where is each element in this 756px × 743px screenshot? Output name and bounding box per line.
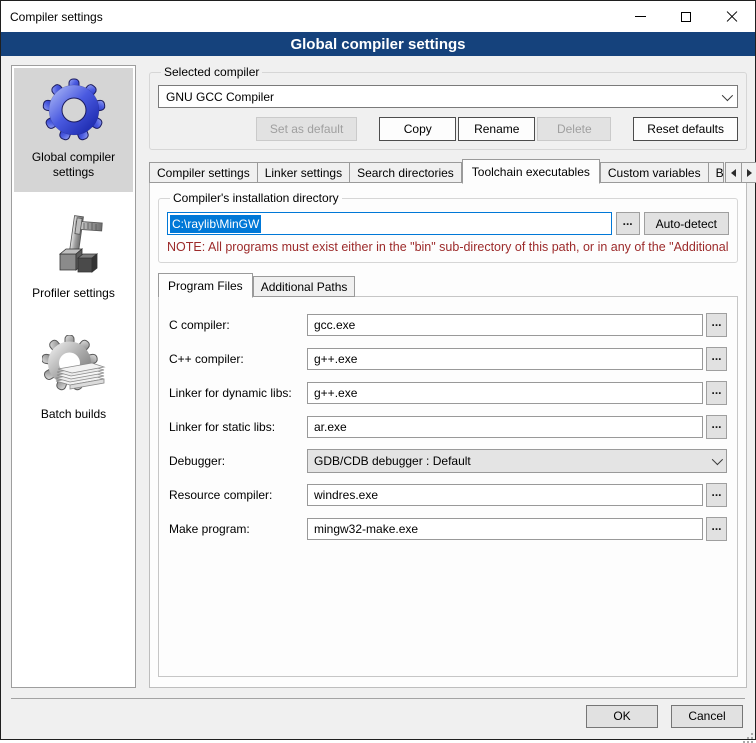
tab-toolchain-executables[interactable]: Toolchain executables bbox=[462, 159, 600, 184]
tab-program-files[interactable]: Program Files bbox=[158, 273, 253, 298]
tab-compiler-settings[interactable]: Compiler settings bbox=[149, 162, 258, 183]
tab-additional-paths[interactable]: Additional Paths bbox=[253, 276, 356, 297]
debugger-row: Debugger: GDB/CDB debugger : Default bbox=[169, 449, 727, 473]
chevron-down-icon bbox=[712, 454, 723, 465]
static-linker-label: Linker for static libs: bbox=[169, 420, 307, 434]
make-program-row: Make program: mingw32-make.exe ... bbox=[169, 517, 727, 541]
sidebar-item-profiler-settings[interactable]: Profiler settings bbox=[14, 204, 133, 313]
static-linker-browse-button[interactable]: ... bbox=[706, 415, 727, 439]
resource-compiler-label: Resource compiler: bbox=[169, 488, 307, 502]
make-program-browse-button[interactable]: ... bbox=[706, 517, 727, 541]
install-dir-legend: Compiler's installation directory bbox=[170, 191, 342, 205]
static-linker-input[interactable]: ar.exe bbox=[307, 416, 703, 438]
tab-scroll-left-button[interactable] bbox=[725, 162, 742, 183]
dynamic-linker-browse-button[interactable]: ... bbox=[706, 381, 727, 405]
c-compiler-browse-button[interactable]: ... bbox=[706, 313, 727, 337]
debugger-select[interactable]: GDB/CDB debugger : Default bbox=[307, 449, 727, 473]
cancel-button[interactable]: Cancel bbox=[671, 705, 743, 728]
resource-compiler-row: Resource compiler: windres.exe ... bbox=[169, 483, 727, 507]
program-files-tabstrip: Program Files Additional Paths bbox=[158, 273, 738, 297]
auto-detect-button[interactable]: Auto-detect bbox=[644, 212, 729, 235]
make-program-input[interactable]: mingw32-make.exe bbox=[307, 518, 703, 540]
dynamic-linker-value: g++.exe bbox=[314, 386, 357, 400]
install-dir-browse-button[interactable]: ... bbox=[616, 212, 640, 235]
compiler-settings-dialog: Compiler settings Global compiler settin… bbox=[0, 0, 756, 740]
dynamic-linker-input[interactable]: g++.exe bbox=[307, 382, 703, 404]
set-as-default-button[interactable]: Set as default bbox=[256, 117, 357, 141]
c-compiler-value: gcc.exe bbox=[314, 318, 355, 332]
install-dir-input[interactable]: C:\raylib\MinGW bbox=[167, 212, 612, 235]
toolchain-executables-page: Compiler's installation directory C:\ray… bbox=[149, 182, 747, 688]
program-files-panel: C compiler: gcc.exe ... C++ compiler: g+… bbox=[158, 296, 738, 677]
cpp-compiler-row: C++ compiler: g++.exe ... bbox=[169, 347, 727, 371]
tab-custom-variables[interactable]: Custom variables bbox=[600, 162, 709, 183]
settings-category-list: Global compiler settings bbox=[11, 65, 136, 688]
c-compiler-row: C compiler: gcc.exe ... bbox=[169, 313, 727, 337]
chevron-down-icon bbox=[722, 89, 733, 100]
rename-button[interactable]: Rename bbox=[458, 117, 535, 141]
make-program-label: Make program: bbox=[169, 522, 307, 536]
titlebar: Compiler settings bbox=[1, 1, 755, 32]
window-title: Compiler settings bbox=[1, 1, 617, 32]
copy-button[interactable]: Copy bbox=[379, 117, 456, 141]
minimize-icon bbox=[635, 16, 646, 17]
cpp-compiler-value: g++.exe bbox=[314, 352, 357, 366]
cpp-compiler-browse-button[interactable]: ... bbox=[706, 347, 727, 371]
cpp-compiler-input[interactable]: g++.exe bbox=[307, 348, 703, 370]
compiler-select-value: GNU GCC Compiler bbox=[166, 90, 722, 104]
maximize-icon bbox=[681, 12, 691, 22]
gray-gear-stack-icon bbox=[42, 335, 106, 399]
close-button[interactable] bbox=[709, 1, 755, 32]
sidebar-item-label: Global compiler settings bbox=[16, 150, 131, 180]
selected-compiler-legend: Selected compiler bbox=[161, 65, 262, 79]
page-title: Global compiler settings bbox=[1, 32, 755, 56]
sidebar-item-global-compiler-settings[interactable]: Global compiler settings bbox=[14, 68, 133, 192]
left-arrow-icon bbox=[731, 169, 736, 177]
static-linker-row: Linker for static libs: ar.exe ... bbox=[169, 415, 727, 439]
caliper-icon bbox=[42, 214, 106, 278]
install-dir-group: Compiler's installation directory C:\ray… bbox=[158, 191, 738, 263]
debugger-label: Debugger: bbox=[169, 454, 307, 468]
sidebar-item-label: Profiler settings bbox=[32, 286, 115, 301]
make-program-value: mingw32-make.exe bbox=[314, 522, 418, 536]
resize-grip[interactable] bbox=[743, 733, 753, 743]
dynamic-linker-label: Linker for dynamic libs: bbox=[169, 386, 307, 400]
dynamic-linker-row: Linker for dynamic libs: g++.exe ... bbox=[169, 381, 727, 405]
install-dir-value: C:\raylib\MinGW bbox=[170, 215, 261, 233]
dialog-footer: OK Cancel bbox=[11, 698, 745, 739]
cpp-compiler-label: C++ compiler: bbox=[169, 352, 307, 366]
selected-compiler-group: Selected compiler GNU GCC Compiler Set a… bbox=[149, 65, 747, 150]
settings-tabstrip: Compiler settings Linker settings Search… bbox=[149, 159, 747, 183]
maximize-button[interactable] bbox=[663, 1, 709, 32]
static-linker-value: ar.exe bbox=[314, 420, 347, 434]
sidebar-item-batch-builds[interactable]: Batch builds bbox=[14, 325, 133, 434]
sidebar-item-label: Batch builds bbox=[41, 407, 106, 422]
reset-defaults-button[interactable]: Reset defaults bbox=[633, 117, 738, 141]
c-compiler-input[interactable]: gcc.exe bbox=[307, 314, 703, 336]
install-dir-note: NOTE: All programs must exist either in … bbox=[167, 240, 729, 254]
right-arrow-icon bbox=[747, 169, 752, 177]
tab-search-directories[interactable]: Search directories bbox=[350, 162, 462, 183]
compiler-select[interactable]: GNU GCC Compiler bbox=[158, 85, 738, 108]
ok-button[interactable]: OK bbox=[586, 705, 658, 728]
close-icon bbox=[726, 11, 738, 23]
resource-compiler-browse-button[interactable]: ... bbox=[706, 483, 727, 507]
resource-compiler-value: windres.exe bbox=[314, 488, 378, 502]
c-compiler-label: C compiler: bbox=[169, 318, 307, 332]
delete-button[interactable]: Delete bbox=[537, 117, 611, 141]
debugger-value: GDB/CDB debugger : Default bbox=[314, 454, 712, 468]
minimize-button[interactable] bbox=[617, 1, 663, 32]
tab-build-options[interactable]: Build options bbox=[709, 162, 724, 183]
tab-linker-settings[interactable]: Linker settings bbox=[258, 162, 350, 183]
resource-compiler-input[interactable]: windres.exe bbox=[307, 484, 703, 506]
blue-gear-icon bbox=[42, 78, 106, 142]
tab-scroll-right-button[interactable] bbox=[742, 162, 756, 183]
